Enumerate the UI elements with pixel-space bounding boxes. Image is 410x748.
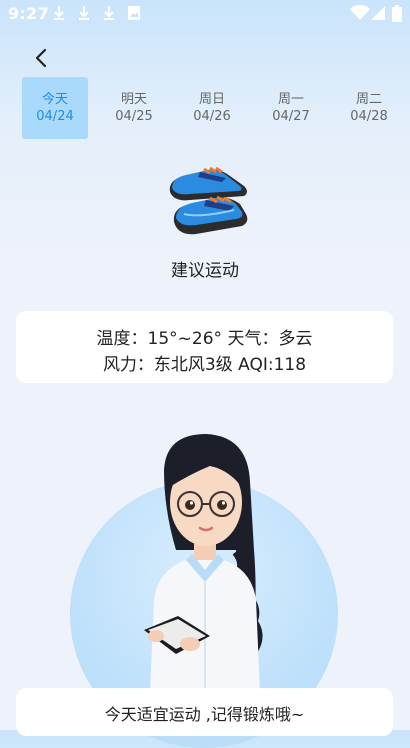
tab-day-label: 周二 xyxy=(355,92,382,107)
status-bar: 9:27 xyxy=(0,0,410,28)
tab-date-label: 04/26 xyxy=(193,109,231,124)
tab-day-label: 周日 xyxy=(198,92,225,107)
status-time: 9:27 xyxy=(8,4,49,23)
download-icon xyxy=(79,6,89,20)
tab-tomorrow[interactable]: 明天 04/25 xyxy=(101,77,167,139)
tab-today[interactable]: 今天 04/24 xyxy=(22,77,88,139)
tab-sunday[interactable]: 周日 04/26 xyxy=(179,77,245,139)
battery-icon xyxy=(392,5,402,22)
tab-date-label: 04/27 xyxy=(272,109,310,124)
sneaker-icon xyxy=(169,166,248,235)
tab-date-label: 04/28 xyxy=(350,109,388,124)
tab-day-label: 今天 xyxy=(41,92,68,107)
tab-tuesday[interactable]: 周二 04/28 xyxy=(336,77,402,139)
download-icon xyxy=(104,6,114,20)
girl-illustration xyxy=(144,434,263,692)
signal-icon xyxy=(371,6,385,20)
tab-day-label: 明天 xyxy=(120,92,147,107)
exercise-advice: 建议运动 xyxy=(171,261,239,281)
wind-aqi-line: 风力：东北风3级 AQI:118 xyxy=(102,355,307,375)
weather-card: 温度：15°~26° 天气：多云 风力：东北风3级 AQI:118 xyxy=(16,311,393,383)
tab-day-label: 周一 xyxy=(277,92,304,107)
tab-date-label: 04/25 xyxy=(115,109,153,124)
day-tabs: 今天 04/24 明天 04/25 周日 04/26 周一 04/27 周二 0… xyxy=(0,77,410,141)
temperature-weather-line: 温度：15°~26° 天气：多云 xyxy=(96,329,313,349)
tip-message: 今天适宜运动 ,记得锻炼哦~ xyxy=(104,705,305,724)
tab-date-label: 04/24 xyxy=(36,109,74,124)
download-icon xyxy=(54,6,64,20)
wifi-icon xyxy=(350,5,370,20)
tab-monday[interactable]: 周一 04/27 xyxy=(258,77,324,139)
image-icon xyxy=(128,6,140,20)
tip-card: 今天适宜运动 ,记得锻炼哦~ xyxy=(16,688,393,736)
back-button[interactable] xyxy=(28,44,56,72)
